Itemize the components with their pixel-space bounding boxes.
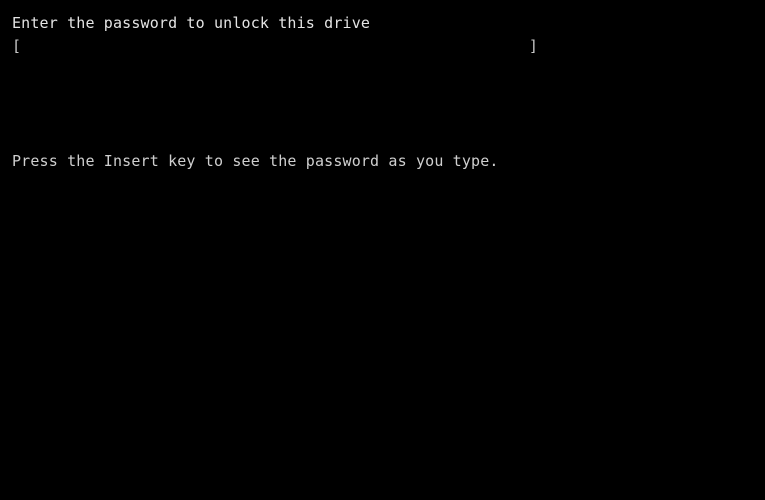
insert-key-hint: Press the Insert key to see the password… xyxy=(12,152,499,170)
password-prompt-label: Enter the password to unlock this drive xyxy=(12,14,371,32)
password-field[interactable]: [ ] xyxy=(12,36,538,56)
password-input[interactable] xyxy=(26,36,524,56)
field-right-bracket: ] xyxy=(528,37,538,55)
field-left-bracket: [ xyxy=(12,37,22,55)
